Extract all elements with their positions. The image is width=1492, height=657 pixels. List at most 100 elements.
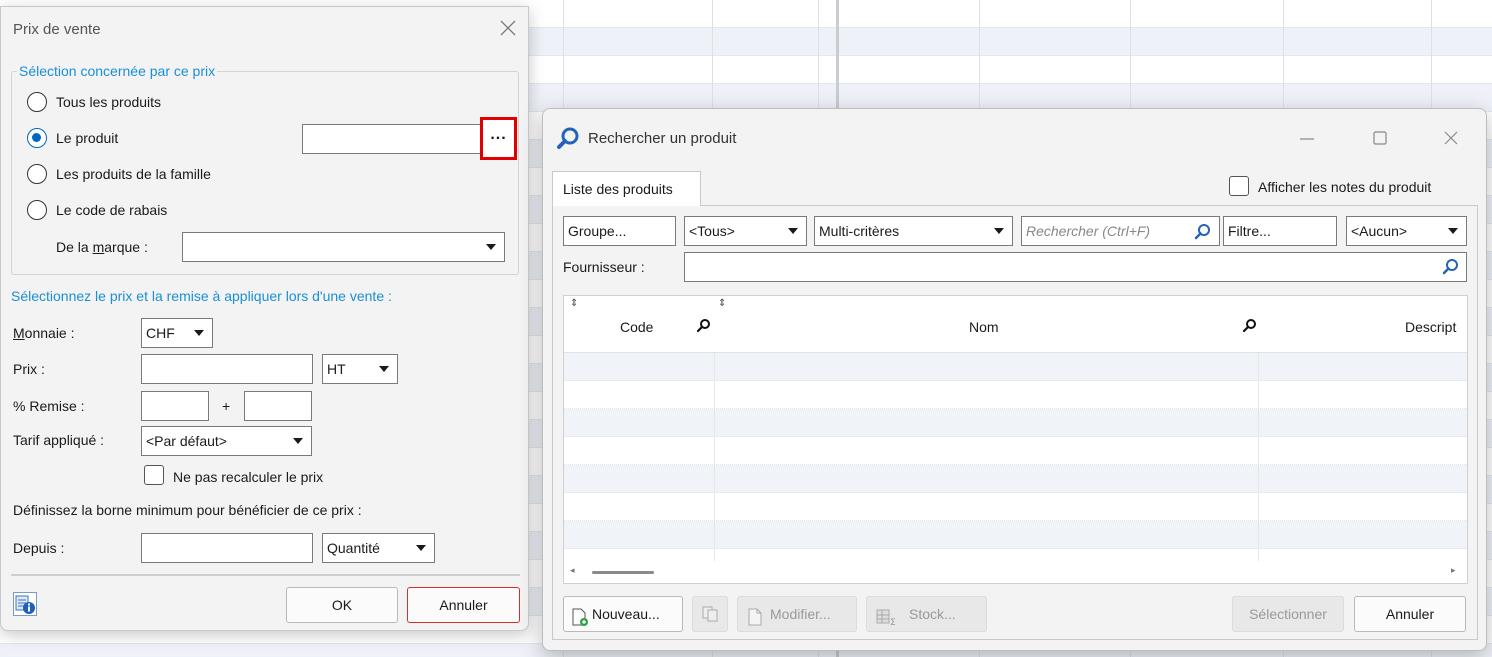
radio-family-products[interactable] <box>27 164 47 184</box>
discount-plus: + <box>222 398 231 414</box>
radio-all-products[interactable] <box>27 92 47 112</box>
column-header-code[interactable]: Code <box>620 318 653 336</box>
chevron-down-icon <box>379 366 389 372</box>
copy-icon <box>701 606 719 626</box>
discount-input-1[interactable] <box>141 391 209 421</box>
column-header-description[interactable]: Descript <box>1405 318 1456 336</box>
grid-header: ⇕ ⇕ Code Nom Descript <box>564 296 1467 353</box>
horizontal-scrollbar[interactable]: ◂ ▸ <box>564 561 1467 583</box>
stock-button[interactable]: Σ Stock... <box>866 596 987 632</box>
since-label: Depuis : <box>13 540 65 556</box>
group-button[interactable]: Groupe... <box>563 216 676 246</box>
table-row[interactable] <box>564 465 1467 493</box>
ellipsis-icon: ... <box>490 126 507 143</box>
close-icon[interactable] <box>1440 127 1462 149</box>
separator <box>11 574 520 576</box>
search-icon[interactable] <box>696 318 712 334</box>
table-row[interactable] <box>564 353 1467 381</box>
min-threshold-text: Définissez la borne minimum pour bénéfic… <box>13 502 362 518</box>
criteria-select[interactable]: Multi-critères <box>814 216 1013 246</box>
chevron-down-icon <box>788 228 798 234</box>
product-grid[interactable]: ⇕ ⇕ Code Nom Descript ◂ ▸ <box>563 295 1468 584</box>
table-row[interactable] <box>564 493 1467 521</box>
price-label: Prix : <box>13 361 45 377</box>
show-notes-checkbox[interactable] <box>1229 176 1249 196</box>
stock-icon: Σ <box>875 605 899 628</box>
edit-document-icon <box>746 605 766 626</box>
prix-de-vente-dialog: Prix de vente Sélection concernée par ce… <box>0 6 529 631</box>
ok-button[interactable]: OK <box>286 587 398 623</box>
search-icon[interactable] <box>1242 318 1258 334</box>
selection-group-title: Sélection concernée par ce prix <box>17 63 218 79</box>
chevron-down-icon <box>293 438 303 444</box>
chevron-down-icon <box>194 330 204 336</box>
since-unit-select[interactable]: Quantité <box>322 533 435 563</box>
brand-select[interactable] <box>182 232 505 262</box>
chevron-down-icon <box>486 244 496 250</box>
dialog-title: Rechercher un produit <box>588 130 737 147</box>
radio-label-discount-code: Le code de rabais <box>56 202 168 218</box>
tariff-select[interactable]: <Par défaut> <box>141 426 312 456</box>
table-row[interactable] <box>564 437 1467 465</box>
no-recalc-checkbox[interactable] <box>144 465 164 485</box>
tariff-label: Tarif appliqué : <box>13 432 105 448</box>
supplier-label: Fournisseur : <box>563 259 645 275</box>
table-row[interactable] <box>564 409 1467 437</box>
chevron-down-icon <box>1448 228 1458 234</box>
radio-label-all-products: Tous les produits <box>56 94 162 110</box>
filter-button[interactable]: Filtre... <box>1223 216 1337 246</box>
search-icon[interactable] <box>1194 222 1212 240</box>
table-row[interactable] <box>564 381 1467 409</box>
price-type-select[interactable]: HT <box>322 354 398 384</box>
cancel-button[interactable]: Annuler <box>1354 596 1466 632</box>
scroll-right-icon[interactable]: ▸ <box>1451 565 1456 576</box>
since-input[interactable] <box>141 533 313 563</box>
search-product-dialog: Rechercher un produit Liste des produits… <box>542 108 1487 651</box>
brand-label: De la marque : <box>56 239 148 255</box>
supplier-input[interactable] <box>684 252 1467 282</box>
sort-icon[interactable]: ⇕ <box>718 298 726 309</box>
radio-discount-code[interactable] <box>27 200 47 220</box>
column-header-nom[interactable]: Nom <box>969 318 999 336</box>
price-section-title: Sélectionnez le prix et la remise à appl… <box>11 288 392 304</box>
select-button[interactable]: Sélectionner <box>1232 596 1344 632</box>
new-document-icon <box>570 605 590 626</box>
radio-product[interactable] <box>27 128 47 148</box>
dialog-titlebar: Prix de vente <box>1 7 528 53</box>
browse-product-button[interactable]: ... <box>480 117 517 160</box>
sort-icon[interactable]: ⇕ <box>570 298 578 309</box>
table-row[interactable] <box>564 521 1467 549</box>
filter-select[interactable]: <Aucun> <box>1346 216 1467 246</box>
maximize-icon[interactable] <box>1369 127 1391 149</box>
radio-label-family-products: Les produits de la famille <box>56 166 211 182</box>
search-icon <box>556 125 582 151</box>
search-icon[interactable] <box>1442 258 1460 276</box>
minimize-icon[interactable] <box>1296 127 1318 149</box>
copy-button[interactable] <box>692 596 728 632</box>
chevron-down-icon <box>994 228 1004 234</box>
modify-button[interactable]: Modifier... <box>737 596 857 632</box>
scrollbar-thumb[interactable] <box>592 571 654 574</box>
tab-product-list[interactable]: Liste des produits <box>552 171 701 206</box>
chevron-down-icon <box>416 545 426 551</box>
new-button[interactable]: Nouveau... <box>563 596 683 632</box>
scroll-left-icon[interactable]: ◂ <box>570 565 575 576</box>
close-icon[interactable] <box>497 17 519 39</box>
discount-input-2[interactable] <box>244 391 312 421</box>
currency-select[interactable]: CHF <box>141 318 213 348</box>
currency-label: Monnaie : <box>13 325 75 341</box>
product-input[interactable] <box>302 124 481 154</box>
cancel-button[interactable]: Annuler <box>407 587 520 623</box>
svg-text:Σ: Σ <box>890 618 896 627</box>
radio-label-product: Le produit <box>56 130 119 146</box>
column-divider <box>1258 353 1259 561</box>
search-input[interactable]: Rechercher (Ctrl+F) <box>1021 216 1220 246</box>
no-recalc-label: Ne pas recalculer le prix <box>173 469 324 485</box>
show-notes-label: Afficher les notes du produit <box>1258 179 1432 195</box>
group-select[interactable]: <Tous> <box>684 216 807 246</box>
info-icon[interactable] <box>13 592 37 616</box>
discount-label: % Remise : <box>13 398 85 414</box>
column-divider <box>714 353 715 561</box>
dialog-title: Prix de vente <box>13 21 101 38</box>
price-input[interactable] <box>141 354 313 384</box>
